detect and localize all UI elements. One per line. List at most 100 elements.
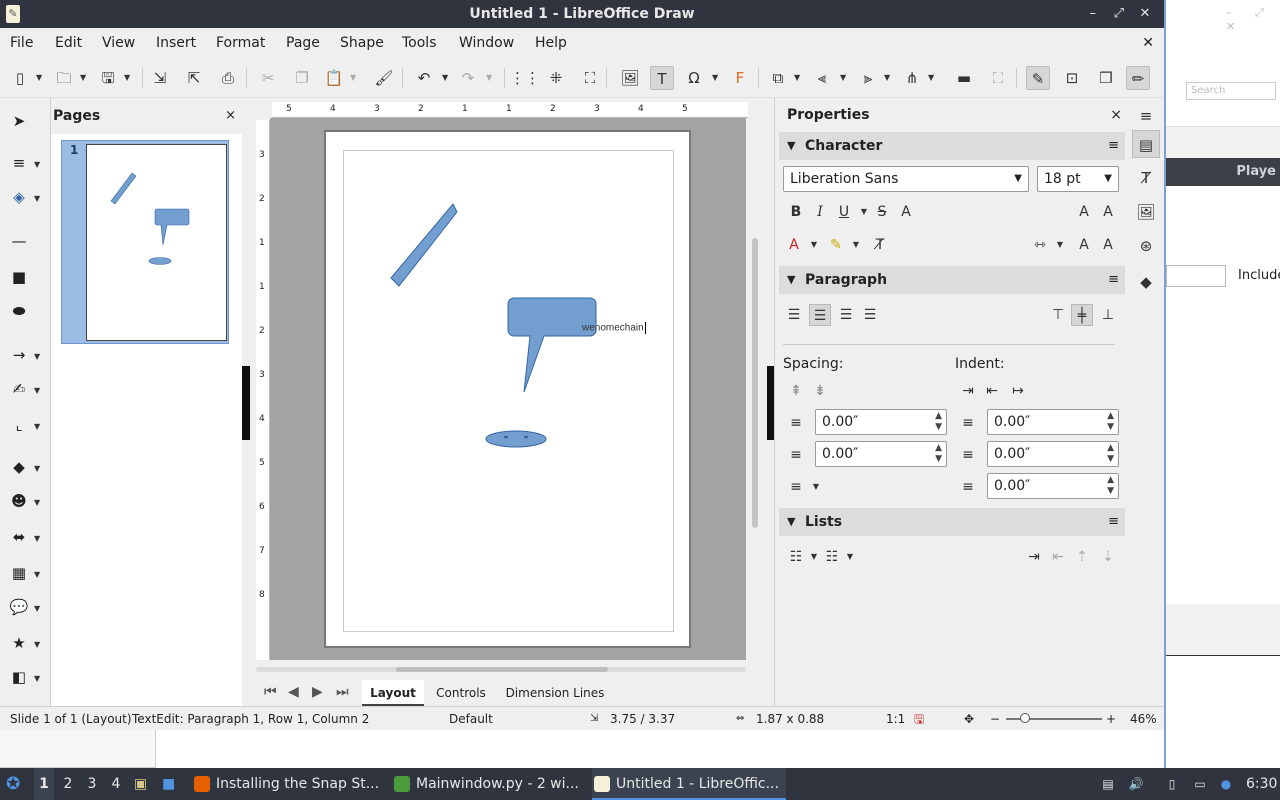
paragraph-section-header[interactable]: ▼ Paragraph ≡: [779, 266, 1125, 294]
after-indent-spinbox[interactable]: 0.00″ ▲ ▼: [987, 441, 1119, 467]
move-up-icon[interactable]: ⇡: [1071, 546, 1093, 568]
superscript-icon[interactable]: A: [1073, 234, 1095, 256]
save-icon[interactable]: 🖫: [96, 66, 120, 90]
transformations-dropdown-icon[interactable]: ▼: [794, 66, 804, 90]
fill-color-icon[interactable]: ◈: [6, 184, 32, 210]
paste-dropdown-icon[interactable]: ▼: [350, 66, 360, 90]
increase-indent-icon[interactable]: ⇥: [957, 380, 979, 402]
line-spacing-icon[interactable]: ≡: [785, 476, 807, 498]
first-line-indent-spinbox[interactable]: 0.00″ ▲ ▼: [987, 473, 1119, 499]
decrease-indent-icon[interactable]: ⇤: [981, 380, 1003, 402]
pages-panel-collapse-handle[interactable]: [242, 366, 250, 440]
font-name-combobox[interactable]: Liberation Sans ▼: [783, 166, 1029, 192]
tab-dimension-lines[interactable]: Dimension Lines: [502, 680, 608, 706]
page-thumbnail[interactable]: 1: [61, 140, 229, 344]
navigator-deck-icon[interactable]: ⊛: [1132, 232, 1160, 260]
drawing-page[interactable]: wenomechain: [324, 130, 691, 648]
open-folder-icon[interactable]: 🗀: [52, 66, 76, 90]
strikethrough-icon[interactable]: S: [871, 201, 893, 223]
ordered-list-dropdown-icon[interactable]: ▼: [839, 546, 861, 568]
fontwork-icon[interactable]: F: [728, 66, 752, 90]
arrow-line-dropdown-icon[interactable]: ▼: [34, 352, 40, 361]
undo-dropdown-icon[interactable]: ▼: [442, 66, 452, 90]
connector-dropdown-icon[interactable]: ▼: [34, 422, 40, 431]
bold-icon[interactable]: B: [785, 201, 807, 223]
previous-tab-icon[interactable]: ◀: [288, 684, 299, 700]
stars-dropdown-icon[interactable]: ▼: [34, 640, 40, 649]
curve-dropdown-icon[interactable]: ▼: [34, 386, 40, 395]
flowchart-dropdown-icon[interactable]: ▼: [34, 570, 40, 579]
align-bottom-icon[interactable]: ⊥: [1097, 304, 1119, 326]
character-section-header[interactable]: ▼ Character ≡: [779, 132, 1125, 160]
zoom-level[interactable]: 46%: [1130, 707, 1157, 731]
spin-arrows-icon[interactable]: ▲ ▼: [935, 411, 942, 433]
special-character-icon[interactable]: Ω: [682, 66, 706, 90]
volume-icon[interactable]: 🔊: [1128, 776, 1144, 792]
workspace-2[interactable]: 2: [58, 768, 78, 800]
hanging-indent-icon[interactable]: ↦: [1007, 380, 1029, 402]
increase-spacing-icon[interactable]: ⇞: [785, 380, 807, 402]
character-spacing-icon[interactable]: ⇿: [1029, 234, 1051, 256]
block-arrows-dropdown-icon[interactable]: ▼: [34, 534, 40, 543]
trash-icon[interactable]: ▤: [1100, 776, 1116, 792]
lists-more-options-icon[interactable]: ≡: [1108, 508, 1119, 536]
line-color-icon[interactable]: ≡: [6, 150, 32, 176]
highlight-color-icon[interactable]: ✎: [825, 234, 847, 256]
background-search-input[interactable]: Search: [1186, 82, 1276, 100]
basic-shapes-icon[interactable]: ◆: [6, 454, 32, 480]
clone-formatting-icon[interactable]: 🖌: [372, 66, 396, 90]
zoom-out-icon[interactable]: −: [990, 707, 1000, 731]
menu-file[interactable]: File: [10, 28, 33, 58]
open-dropdown-icon[interactable]: ▼: [80, 66, 90, 90]
rectangle-tool-icon[interactable]: ■: [6, 264, 32, 290]
callout-shapes-icon[interactable]: 💬: [6, 594, 32, 620]
task-editor[interactable]: Mainwindow.py - 2 wi...: [392, 768, 586, 800]
background-input[interactable]: [1166, 265, 1226, 287]
paste-icon[interactable]: 📋: [322, 66, 346, 90]
fit-page-icon[interactable]: ✥: [964, 707, 974, 731]
transformations-icon[interactable]: ⧉: [766, 66, 790, 90]
zoom-in-icon[interactable]: +: [1106, 707, 1116, 731]
notification-icon[interactable]: ●: [1218, 776, 1234, 792]
display-icon[interactable]: ▭: [1192, 776, 1208, 792]
spin-arrows-icon[interactable]: ▲ ▼: [1107, 475, 1114, 497]
align-objects-icon[interactable]: ⫷: [810, 66, 834, 90]
align-left-icon[interactable]: ☰: [783, 304, 805, 326]
task-firefox[interactable]: Installing the Snap St...: [192, 768, 386, 800]
insert-image-icon[interactable]: 🖼: [618, 66, 642, 90]
connector-tool-icon[interactable]: ⌞: [6, 412, 32, 438]
character-more-options-icon[interactable]: ≡: [1108, 132, 1119, 160]
maximize-button[interactable]: ⤢: [1108, 0, 1130, 28]
distribute-dropdown-icon[interactable]: ▼: [928, 66, 938, 90]
clock[interactable]: 6:30: [1246, 768, 1277, 800]
toggle-extrusion-icon[interactable]: ❒: [1094, 66, 1118, 90]
symbol-shapes-icon[interactable]: ☻: [6, 488, 32, 514]
sidebar-menu-icon[interactable]: ≡: [1132, 102, 1160, 130]
glue-points-icon[interactable]: ⊡: [1060, 66, 1084, 90]
arrange-dropdown-icon[interactable]: ▼: [884, 66, 894, 90]
copy-icon[interactable]: ❐: [290, 66, 314, 90]
menu-view[interactable]: View: [102, 28, 135, 58]
properties-close-button[interactable]: ×: [1110, 98, 1122, 132]
arrow-line-icon[interactable]: →: [6, 342, 32, 368]
horizontal-scrollbar-thumb[interactable]: [396, 667, 608, 672]
below-spacing-spinbox[interactable]: 0.00″ ▲ ▼: [815, 441, 947, 467]
workspace-4[interactable]: 4: [106, 768, 126, 800]
align-middle-icon[interactable]: ╪: [1071, 304, 1093, 326]
increase-font-icon[interactable]: A: [1073, 201, 1095, 223]
menu-format[interactable]: Format: [216, 28, 265, 58]
flowchart-icon[interactable]: ▦: [6, 560, 32, 586]
basic-shapes-dropdown-icon[interactable]: ▼: [34, 464, 40, 473]
minimize-button[interactable]: –: [1082, 0, 1104, 28]
save-dropdown-icon[interactable]: ▼: [124, 66, 134, 90]
spin-arrows-icon[interactable]: ▲ ▼: [1107, 443, 1114, 465]
decrease-font-icon[interactable]: A: [1097, 201, 1119, 223]
demote-icon[interactable]: ⇥: [1023, 546, 1045, 568]
shadow-icon[interactable]: ▬: [952, 66, 976, 90]
arrange-icon[interactable]: ⫸: [856, 66, 880, 90]
gallery-deck-icon[interactable]: 🖼: [1132, 198, 1160, 226]
before-indent-spinbox[interactable]: 0.00″ ▲ ▼: [987, 409, 1119, 435]
print-icon[interactable]: ⎙: [216, 66, 240, 90]
points-edit-icon[interactable]: ✎: [1026, 66, 1050, 90]
menu-insert[interactable]: Insert: [156, 28, 196, 58]
